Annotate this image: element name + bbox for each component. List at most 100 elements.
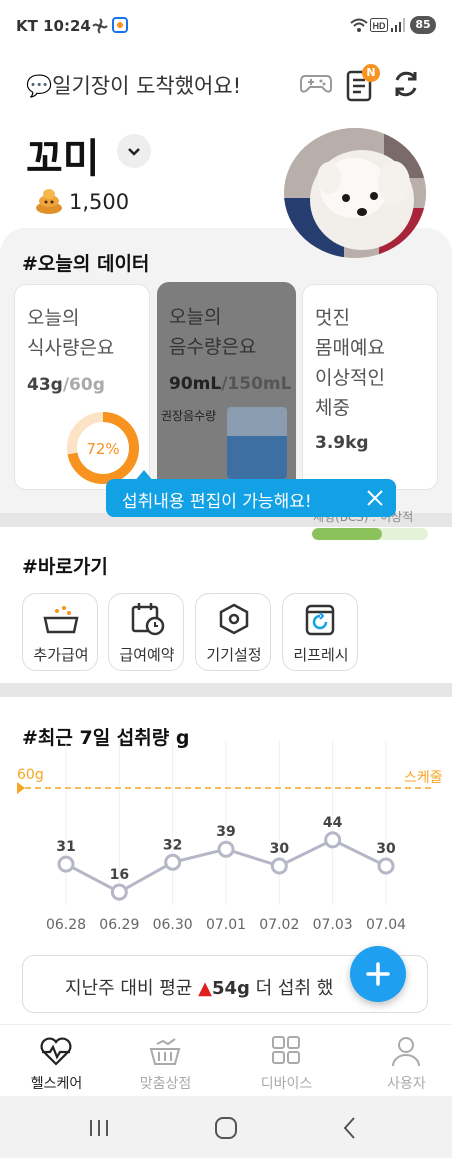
weight-title-line1: 멋진 [315,307,350,329]
shopping-basket-icon [149,1038,181,1065]
add-button[interactable] [350,946,406,1002]
food-amount: 43g [27,375,63,395]
data-point[interactable] [164,853,182,871]
pet-avatar[interactable] [284,128,426,258]
system-nav-bar [0,1096,452,1158]
user-icon [392,1037,420,1067]
water-recommended-label: 권장음수량 [161,409,217,423]
bcs-bar [312,528,428,540]
water-amount: 90mL [169,374,222,394]
weight-card[interactable]: 멋진 몸매예요 이상적인 체중 3.9kg [302,284,438,490]
status-bar: KT 10:24 HD 85 [0,0,452,40]
up-arrow-icon: ▲ [198,978,212,999]
data-label: 30 [270,841,290,857]
shortcut-label: 추가급여 [33,646,89,664]
food-goal: /60g [62,375,105,395]
food-percent: 72% [86,440,119,458]
fan-icon [92,18,108,34]
nav-label: 맞춤상점 [139,1076,192,1092]
data-label: 39 [216,824,235,840]
hexagon-settings-icon [219,603,249,635]
water-card[interactable]: 오늘의 음수량은요 90mL/150mL 권장음수량 [157,282,296,492]
data-point[interactable] [217,840,235,858]
refresh-bag-icon [305,604,335,636]
tooltip-text: 섭취내용 편집이 가능해요! [122,492,312,512]
food-card[interactable]: 오늘의 식사량은요 43g/60g 72% [14,284,150,490]
hd-icon: HD [370,18,388,32]
nav-user[interactable]: 사용자 [350,1025,452,1097]
food-card-title-line1: 오늘의 [27,307,80,329]
weekly-intake-chart: 31 16 32 39 30 44 30 06.28 06.29 06.30 07.01 07.02… [17,740,432,933]
summary-prefix: 지난주 대비 평균 [65,978,193,999]
section-divider [0,683,452,697]
notification-badge: N [362,64,380,82]
data-label: 16 [110,867,129,883]
nav-shop[interactable]: 맞춤상점 [109,1025,222,1097]
battery-indicator: 85 [410,16,436,34]
water-card-title: 오늘의 음수량은요 [169,302,256,362]
wifi-icon [350,18,368,32]
shortcut-label: 기기설정 [206,646,262,664]
shortcut-extra-feed[interactable]: 추가급여 [22,593,98,671]
weight-title-line4: 체중 [315,397,350,419]
data-point[interactable] [324,831,342,849]
diary-notice[interactable]: 💬일기장이 도착했어요! [26,70,241,100]
x-tick-label: 07.01 [206,917,246,933]
weight-title-line3: 이상적인 [315,367,385,389]
data-label: 44 [323,815,343,831]
pet-photo-icon [284,128,426,258]
x-tick-label: 06.28 [46,917,86,933]
food-card-title-line2: 식사량은요 [27,337,115,359]
close-icon[interactable] [366,489,384,507]
data-point[interactable] [110,883,128,901]
water-tank [227,407,287,479]
svg-text:HD: HD [373,21,386,31]
edit-tooltip[interactable]: 섭취내용 편집이 가능해요! [106,479,396,517]
data-point[interactable] [57,855,75,873]
shortcut-label: 급여예약 [119,646,175,664]
heartbeat-icon [40,1037,72,1066]
data-label: 31 [56,839,75,855]
shortcut-label: 리프레시 [293,646,349,664]
poop-coin-icon [36,189,62,214]
nav-healthcare[interactable]: 헬스케어 [0,1025,113,1097]
x-tick-label: 06.29 [99,917,139,933]
water-level-fill [227,435,287,479]
weight-title-line2: 몸매예요 [315,337,385,359]
summary-suffix: 더 섭취 했 [255,978,334,999]
recent-apps-icon[interactable] [88,1118,110,1138]
water-title-line2: 음수량은요 [169,336,257,358]
pet-selector-button[interactable] [117,134,151,168]
food-card-value: 43g/60g [27,375,105,395]
water-goal: /150mL [221,374,292,394]
nav-label: 디바이스 [260,1076,313,1092]
x-tick-label: 07.03 [313,917,353,933]
nav-label: 헬스케어 [30,1076,83,1092]
weight-value: 3.9kg [315,433,369,453]
x-tick-label: 07.04 [366,917,406,933]
plus-icon [366,962,390,986]
nav-devices[interactable]: 디바이스 [230,1025,343,1097]
x-tick-label: 06.30 [153,917,193,933]
home-icon[interactable] [214,1116,238,1140]
refresh-icon[interactable] [388,66,424,102]
bcs-bar-fill [312,528,382,540]
x-tick-label: 07.02 [259,917,299,933]
shortcut-feed-schedule[interactable]: 급여예약 [108,593,184,671]
shortcut-device-settings[interactable]: 기기설정 [195,593,271,671]
chevron-down-icon [128,148,140,156]
back-icon[interactable] [342,1116,358,1140]
gamepad-icon[interactable] [298,64,334,100]
data-point[interactable] [377,857,395,875]
data-point[interactable] [270,857,288,875]
status-time: KT 10:24 [16,17,91,35]
summary-text: 지난주 대비 평균 ▲54g 더 섭취 했 [65,974,333,1000]
summary-value: 54g [211,978,250,999]
calendar-clock-icon [131,603,165,636]
shortcut-refresh[interactable]: 리프레시 [282,593,358,671]
food-card-title: 오늘의 식사량은요 [27,303,114,363]
water-card-value: 90mL/150mL [169,374,291,394]
data-label: 30 [376,841,396,857]
data-label: 32 [163,837,182,853]
grid-icon [272,1036,300,1064]
